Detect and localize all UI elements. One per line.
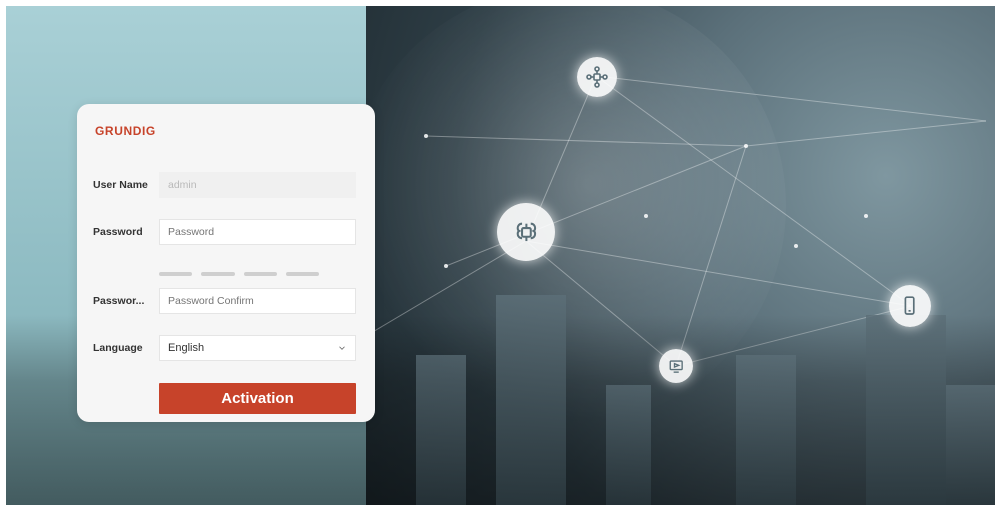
strength-segment-2: [201, 272, 235, 276]
user-name-value: admin: [168, 179, 197, 191]
display-icon: [659, 349, 693, 383]
strength-segment-4: [285, 272, 319, 276]
activation-button[interactable]: Activation: [159, 383, 356, 414]
chevron-down-icon: [339, 346, 345, 350]
language-label: Language: [93, 342, 143, 354]
network-node-icon: [577, 57, 617, 97]
brain-chip-icon: [497, 203, 555, 261]
password-confirm-label: Passwor...: [93, 295, 145, 307]
language-select[interactable]: English: [159, 335, 356, 361]
phone-icon: [889, 285, 931, 327]
strength-segment-1: [159, 272, 193, 276]
grundig-logo: GRUNDIG: [95, 124, 156, 138]
password-strength-meter: [159, 272, 319, 276]
language-selected-value: English: [168, 342, 205, 354]
user-name-label: User Name: [93, 179, 148, 191]
activation-panel: GRUNDIG User Name admin Password Passwor…: [77, 104, 375, 422]
strength-segment-3: [243, 272, 277, 276]
user-name-field: admin: [159, 172, 356, 198]
password-input[interactable]: [159, 219, 356, 245]
password-confirm-input[interactable]: [159, 288, 356, 314]
password-label: Password: [93, 226, 143, 238]
